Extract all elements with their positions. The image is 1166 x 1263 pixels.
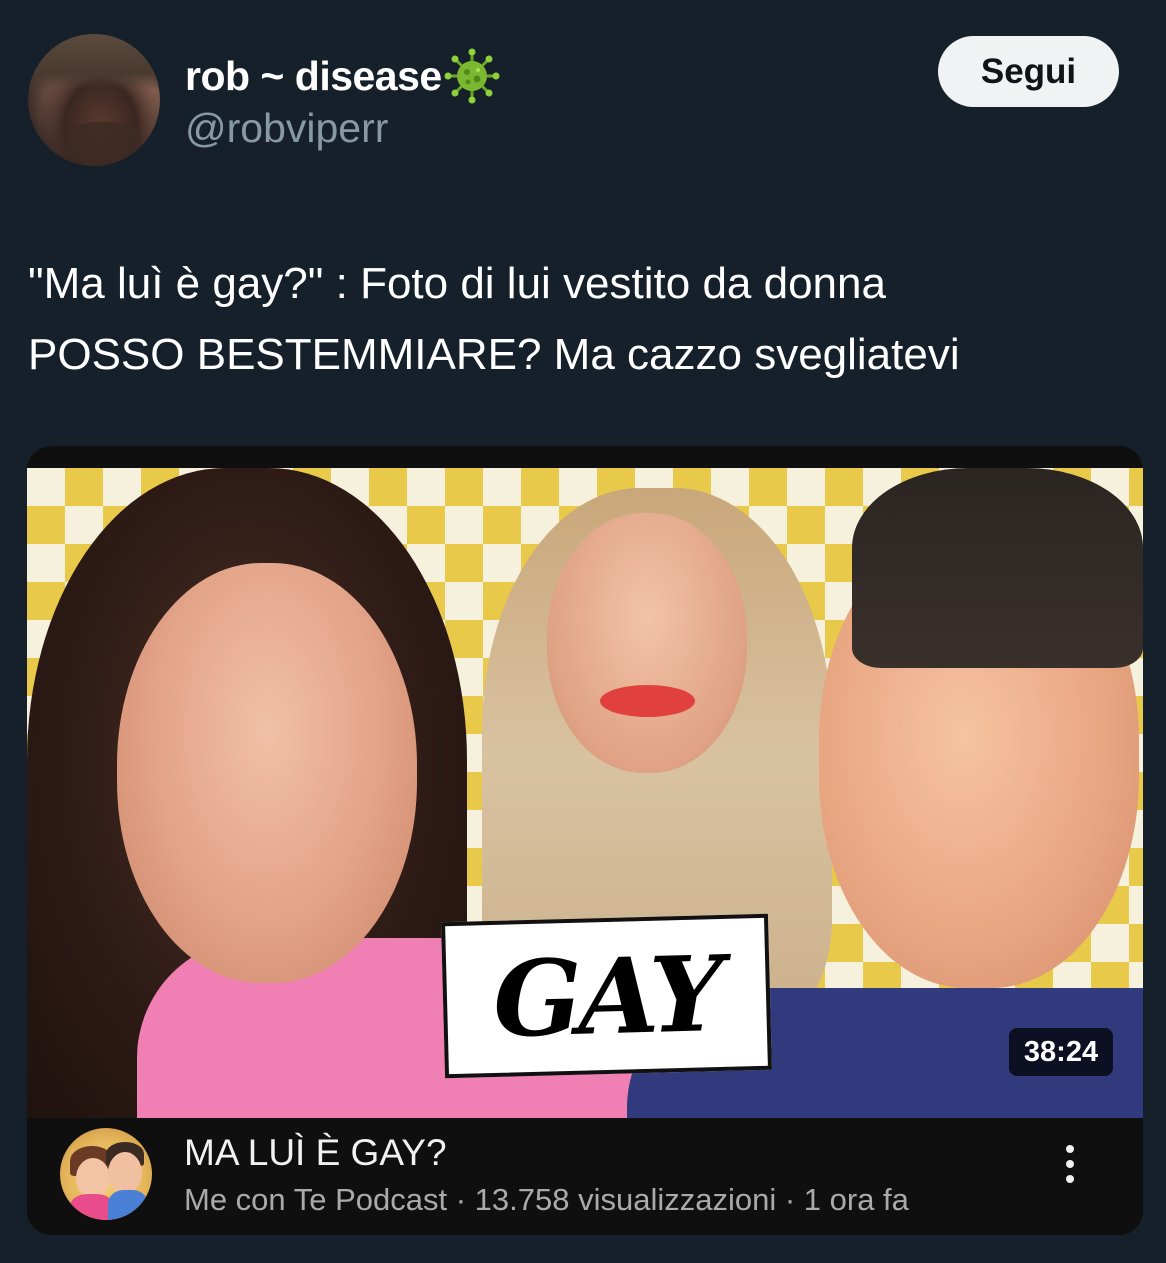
thumbnail-caption: GAY: [491, 931, 722, 1061]
thumbnail-drag-lips: [600, 685, 695, 717]
tweet-text-line: POSSO BESTEMMIARE? Ma cazzo svegliatevi: [28, 330, 960, 379]
user-avatar[interactable]: [28, 34, 160, 166]
more-dot: [1066, 1145, 1074, 1153]
virus-icon: [444, 48, 500, 104]
name-row: rob ~ disease: [185, 48, 500, 104]
tweet-text: "Ma luì è gay?" : Foto di lui vestito da…: [28, 248, 1128, 390]
tweet-text-line: "Ma luì è gay?" : Foto di lui vestito da…: [28, 259, 886, 308]
tweet: rob ~ disease @robviperr Segui "Ma luì è…: [0, 0, 1166, 1263]
upload-age: 1 ora fa: [803, 1182, 909, 1217]
thumbnail-caption-box: GAY: [441, 913, 772, 1079]
video-thumbnail[interactable]: GAY 38:24: [27, 468, 1143, 1118]
display-name[interactable]: rob ~ disease: [185, 51, 442, 101]
avatar-hair: [28, 34, 160, 90]
more-dot: [1066, 1175, 1074, 1183]
meta-separator: ·: [776, 1182, 804, 1217]
view-count: 13.758 visualizzazioni: [474, 1182, 777, 1217]
video-card[interactable]: GAY 38:24 MA LUÌ È GAY? Me con Te Podcas…: [27, 446, 1143, 1235]
follow-button[interactable]: Segui: [938, 36, 1119, 107]
channel-name[interactable]: Me con Te Podcast: [184, 1182, 447, 1217]
channel-avatar-face-right: [108, 1152, 142, 1194]
thumbnail-drag-face: [547, 513, 747, 773]
video-info: MA LUÌ È GAY? Me con Te Podcast · 13.758…: [27, 1118, 1143, 1235]
more-options-icon[interactable]: [1053, 1134, 1087, 1194]
video-meta: Me con Te Podcast · 13.758 visualizzazio…: [184, 1179, 909, 1221]
video-duration: 38:24: [1009, 1028, 1113, 1076]
channel-avatar-body-right: [108, 1190, 148, 1220]
avatar-beard: [66, 122, 142, 166]
meta-separator: ·: [447, 1182, 475, 1217]
channel-avatar[interactable]: [60, 1128, 152, 1220]
channel-avatar-face-left: [76, 1158, 110, 1198]
thumbnail-man-hair: [852, 468, 1143, 668]
video-title[interactable]: MA LUÌ È GAY?: [184, 1130, 447, 1176]
user-handle[interactable]: @robviperr: [185, 103, 388, 153]
more-dot: [1066, 1160, 1074, 1168]
thumbnail-woman-face: [117, 563, 417, 983]
